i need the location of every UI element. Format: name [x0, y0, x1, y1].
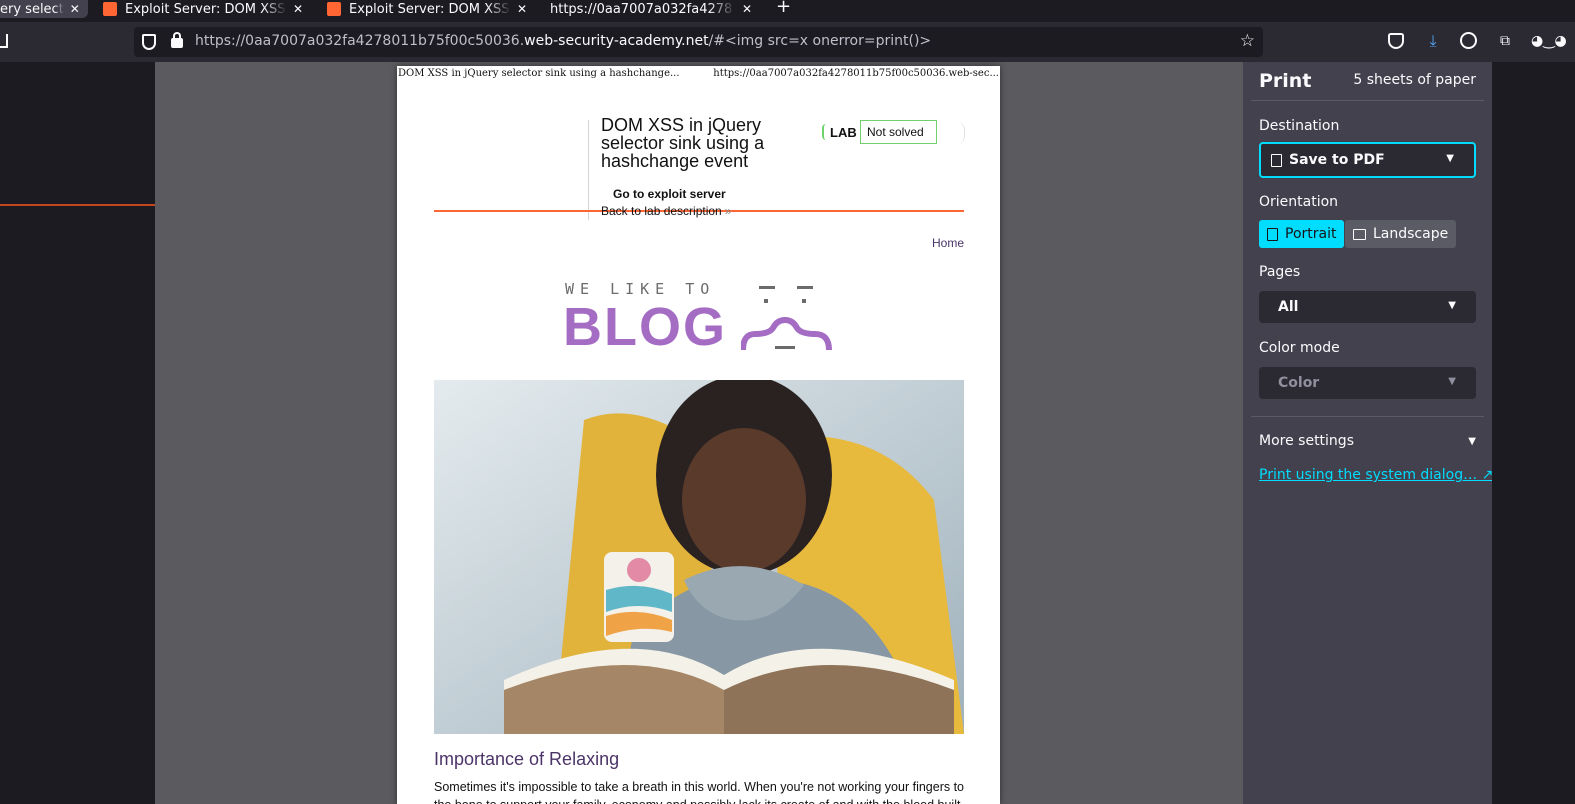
lab-status-badge: Not solved: [860, 120, 937, 144]
close-tab-icon[interactable]: ✕: [293, 2, 303, 16]
back-to-lab-link[interactable]: Back to lab description»: [601, 204, 731, 218]
tab-title: ery select: [0, 1, 64, 17]
pocket-icon[interactable]: [1388, 33, 1404, 49]
destination-label: Destination: [1259, 118, 1340, 134]
close-tab-icon[interactable]: ✕: [517, 2, 527, 16]
close-tab-icon[interactable]: ✕: [70, 2, 80, 16]
tab-exploit-server-2[interactable]: Exploit Server: DOM XSS i ✕: [319, 0, 535, 18]
lab-badge: LAB: [830, 125, 857, 140]
blog-logo-face-icon: [741, 286, 832, 351]
backdrop-orange-rule: [0, 204, 155, 206]
pages-label: Pages: [1259, 264, 1301, 280]
print-preview-page: DOM XSS in jQuery selector sink using a …: [397, 66, 1000, 804]
url-text[interactable]: https://0aa7007a032fa4278011b75f00c50036…: [195, 33, 931, 49]
private-mask-icon[interactable]: ◕‿◕: [1531, 32, 1567, 50]
post-excerpt: Sometimes it's impossible to take a brea…: [434, 780, 965, 804]
portrait-option[interactable]: Portrait: [1259, 220, 1345, 248]
page-header-url: https://0aa7007a032fa4278011b75f00c50036…: [713, 68, 999, 79]
tab-title: Exploit Server: DOM XSS i: [125, 1, 287, 17]
system-dialog-label: Print using the system dialog…: [1259, 467, 1478, 483]
more-settings-toggle[interactable]: More settings: [1259, 433, 1354, 449]
sheet-count: 5 sheets of paper: [1353, 72, 1476, 88]
landscape-option[interactable]: Landscape: [1345, 220, 1457, 248]
portswigger-icon: [327, 2, 341, 16]
exploit-server-link[interactable]: Go to exploit server: [613, 187, 726, 201]
bookmark-star-icon[interactable]: ☆: [1240, 31, 1255, 51]
tab-title: Exploit Server: DOM XSS i: [349, 1, 511, 17]
portrait-icon: [1267, 227, 1278, 241]
pages-value: All: [1278, 299, 1299, 315]
home-link[interactable]: Home: [932, 236, 964, 250]
url-suffix: /#<img src=x onerror=print()>: [708, 33, 932, 49]
logo-wordmark: BLOG: [563, 297, 727, 357]
color-mode-value: Color: [1278, 375, 1320, 391]
document-icon: [1271, 153, 1282, 167]
lock-icon[interactable]: [171, 32, 183, 48]
chevron-down-icon[interactable]: ▼: [1468, 436, 1476, 447]
home-icon[interactable]: [0, 34, 8, 48]
portrait-label: Portrait: [1285, 226, 1337, 242]
navigation-toolbar: https://0aa7007a032fa4278011b75f00c50036…: [0, 22, 1575, 62]
lab-title: DOM XSS in jQuery selector sink using a …: [601, 115, 765, 171]
download-icon[interactable]: ⤓: [1424, 32, 1442, 50]
url-prefix: https://0aa7007a032fa4278011b75f00c50036…: [195, 33, 525, 49]
tab-strip: ery select ✕ Exploit Server: DOM XSS i ✕…: [0, 0, 1575, 22]
destination-value: Save to PDF: [1289, 152, 1385, 168]
chevron-down-icon: ▼: [1446, 153, 1454, 164]
print-panel-title: Print: [1259, 70, 1312, 92]
url-bar[interactable]: https://0aa7007a032fa4278011b75f00c50036…: [134, 27, 1263, 57]
status-ring: [822, 124, 826, 140]
orientation-label: Orientation: [1259, 194, 1339, 210]
color-mode-label: Color mode: [1259, 340, 1340, 356]
new-tab-button[interactable]: +: [776, 0, 791, 17]
blog-hero-image: [434, 380, 964, 734]
landscape-label: Landscape: [1373, 226, 1449, 242]
post-title[interactable]: Importance of Relaxing: [434, 749, 619, 770]
landscape-icon: [1353, 228, 1366, 240]
tab-title: https://0aa7007a032fa4278: [550, 1, 733, 17]
tab-lab-url[interactable]: https://0aa7007a032fa4278 ✕: [542, 0, 760, 18]
destination-select[interactable]: Save to PDF ▼: [1259, 142, 1476, 178]
chevron-down-icon: ▼: [1448, 376, 1456, 387]
status-ring: [957, 122, 965, 144]
extensions-icon[interactable]: ⧉: [1496, 32, 1514, 50]
account-icon[interactable]: [1460, 32, 1477, 49]
chevron-down-icon: ▼: [1448, 300, 1456, 311]
tab-exploit-server-1[interactable]: Exploit Server: DOM XSS i ✕: [95, 0, 311, 18]
backdrop-right: [1492, 62, 1575, 804]
panel-divider: [1251, 416, 1484, 417]
tab-active[interactable]: ery select ✕: [0, 0, 88, 18]
color-mode-select[interactable]: Color ▼: [1259, 367, 1476, 399]
print-settings-panel: Print 5 sheets of paper Destination Save…: [1243, 62, 1493, 804]
close-tab-icon[interactable]: ✕: [742, 2, 752, 16]
shield-icon[interactable]: [142, 34, 156, 50]
chevron-right-icon: »: [724, 204, 732, 218]
panel-divider: [1251, 100, 1484, 101]
system-dialog-link[interactable]: Print using the system dialog… ↗: [1259, 467, 1493, 483]
pages-select[interactable]: All ▼: [1259, 291, 1476, 323]
back-link-label: Back to lab description: [601, 204, 722, 218]
page-header-title: DOM XSS in jQuery selector sink using a …: [398, 68, 680, 79]
portswigger-icon: [103, 2, 117, 16]
url-domain: web-security-academy.net: [524, 33, 709, 49]
lab-header-divider: [588, 120, 589, 220]
